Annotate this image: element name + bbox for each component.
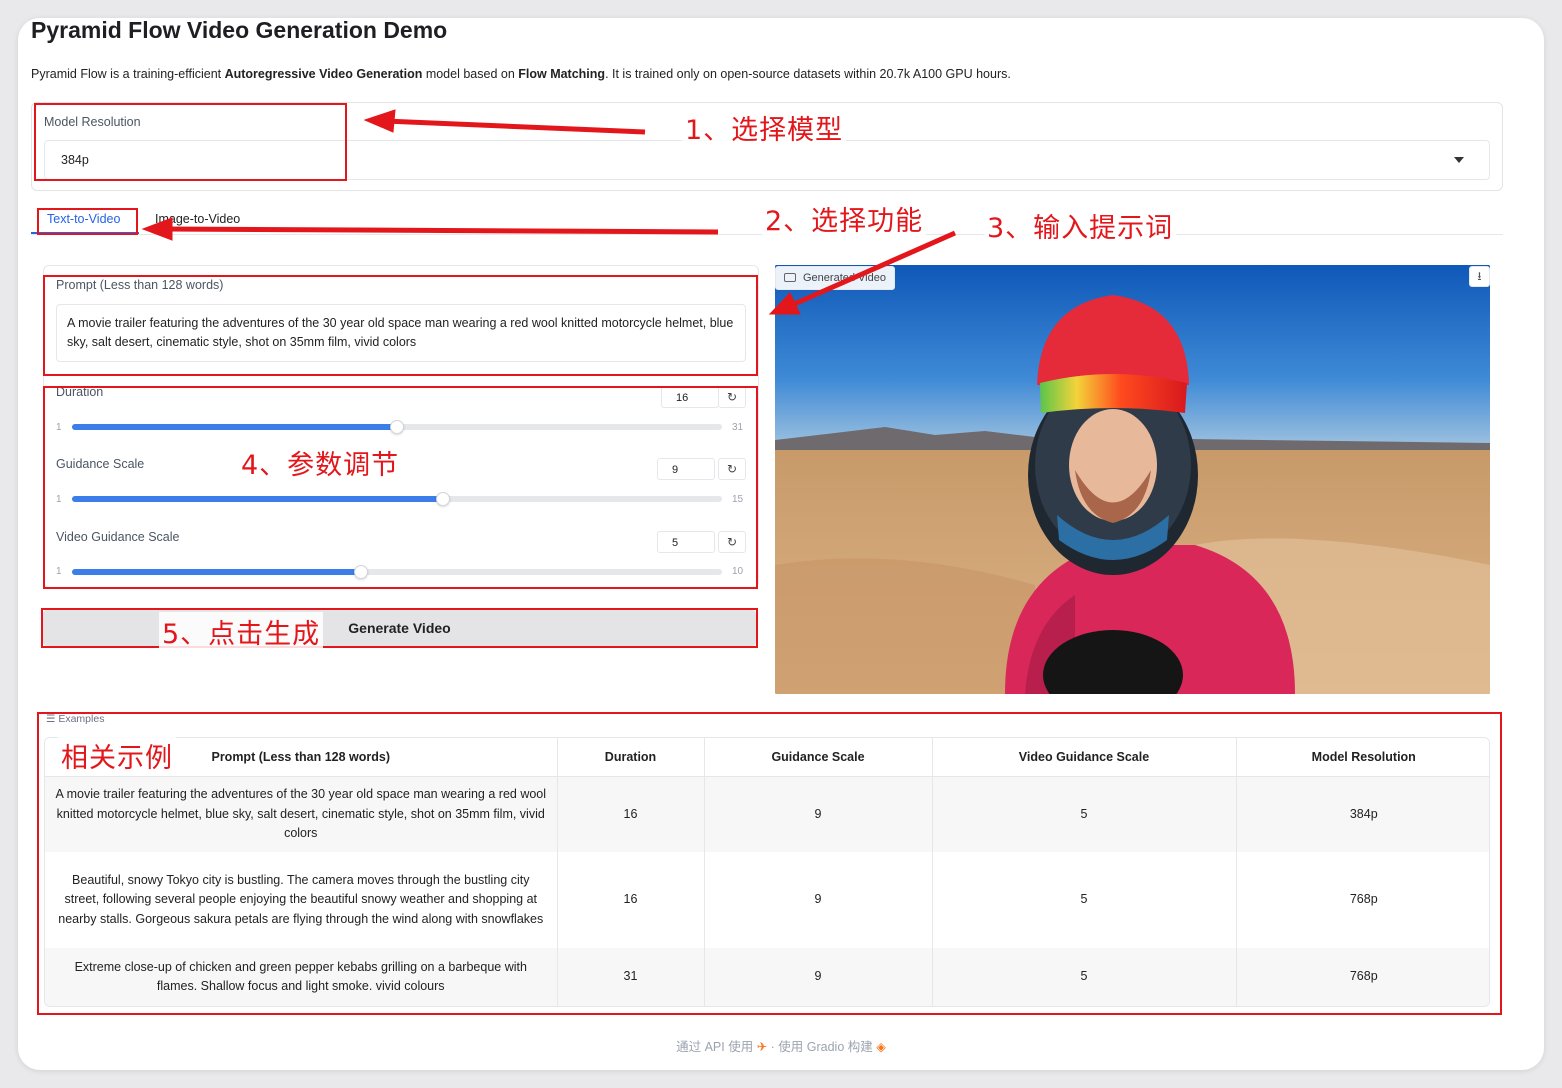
annotation-arrow-3 [790,230,957,308]
annotation-arrowhead-1 [363,109,396,133]
annotation-arrow-1 [384,118,646,135]
annotation-arrows [141,109,957,315]
annotation-arrowhead-2 [141,217,173,241]
annotation-arrowhead-3 [768,292,801,315]
annotation-step-4: 4、参数调节 [238,443,403,482]
annotation-step-2: 2、选择功能 [762,199,927,238]
annotation-examples: 相关示例 [58,736,176,775]
annotation-step-3: 3、输入提示词 [984,206,1177,245]
annotation-step-5: 5、点击生成 [159,612,324,651]
annotation-step-1: 1、选择模型 [682,108,847,147]
annotation-arrow-2 [164,226,719,235]
